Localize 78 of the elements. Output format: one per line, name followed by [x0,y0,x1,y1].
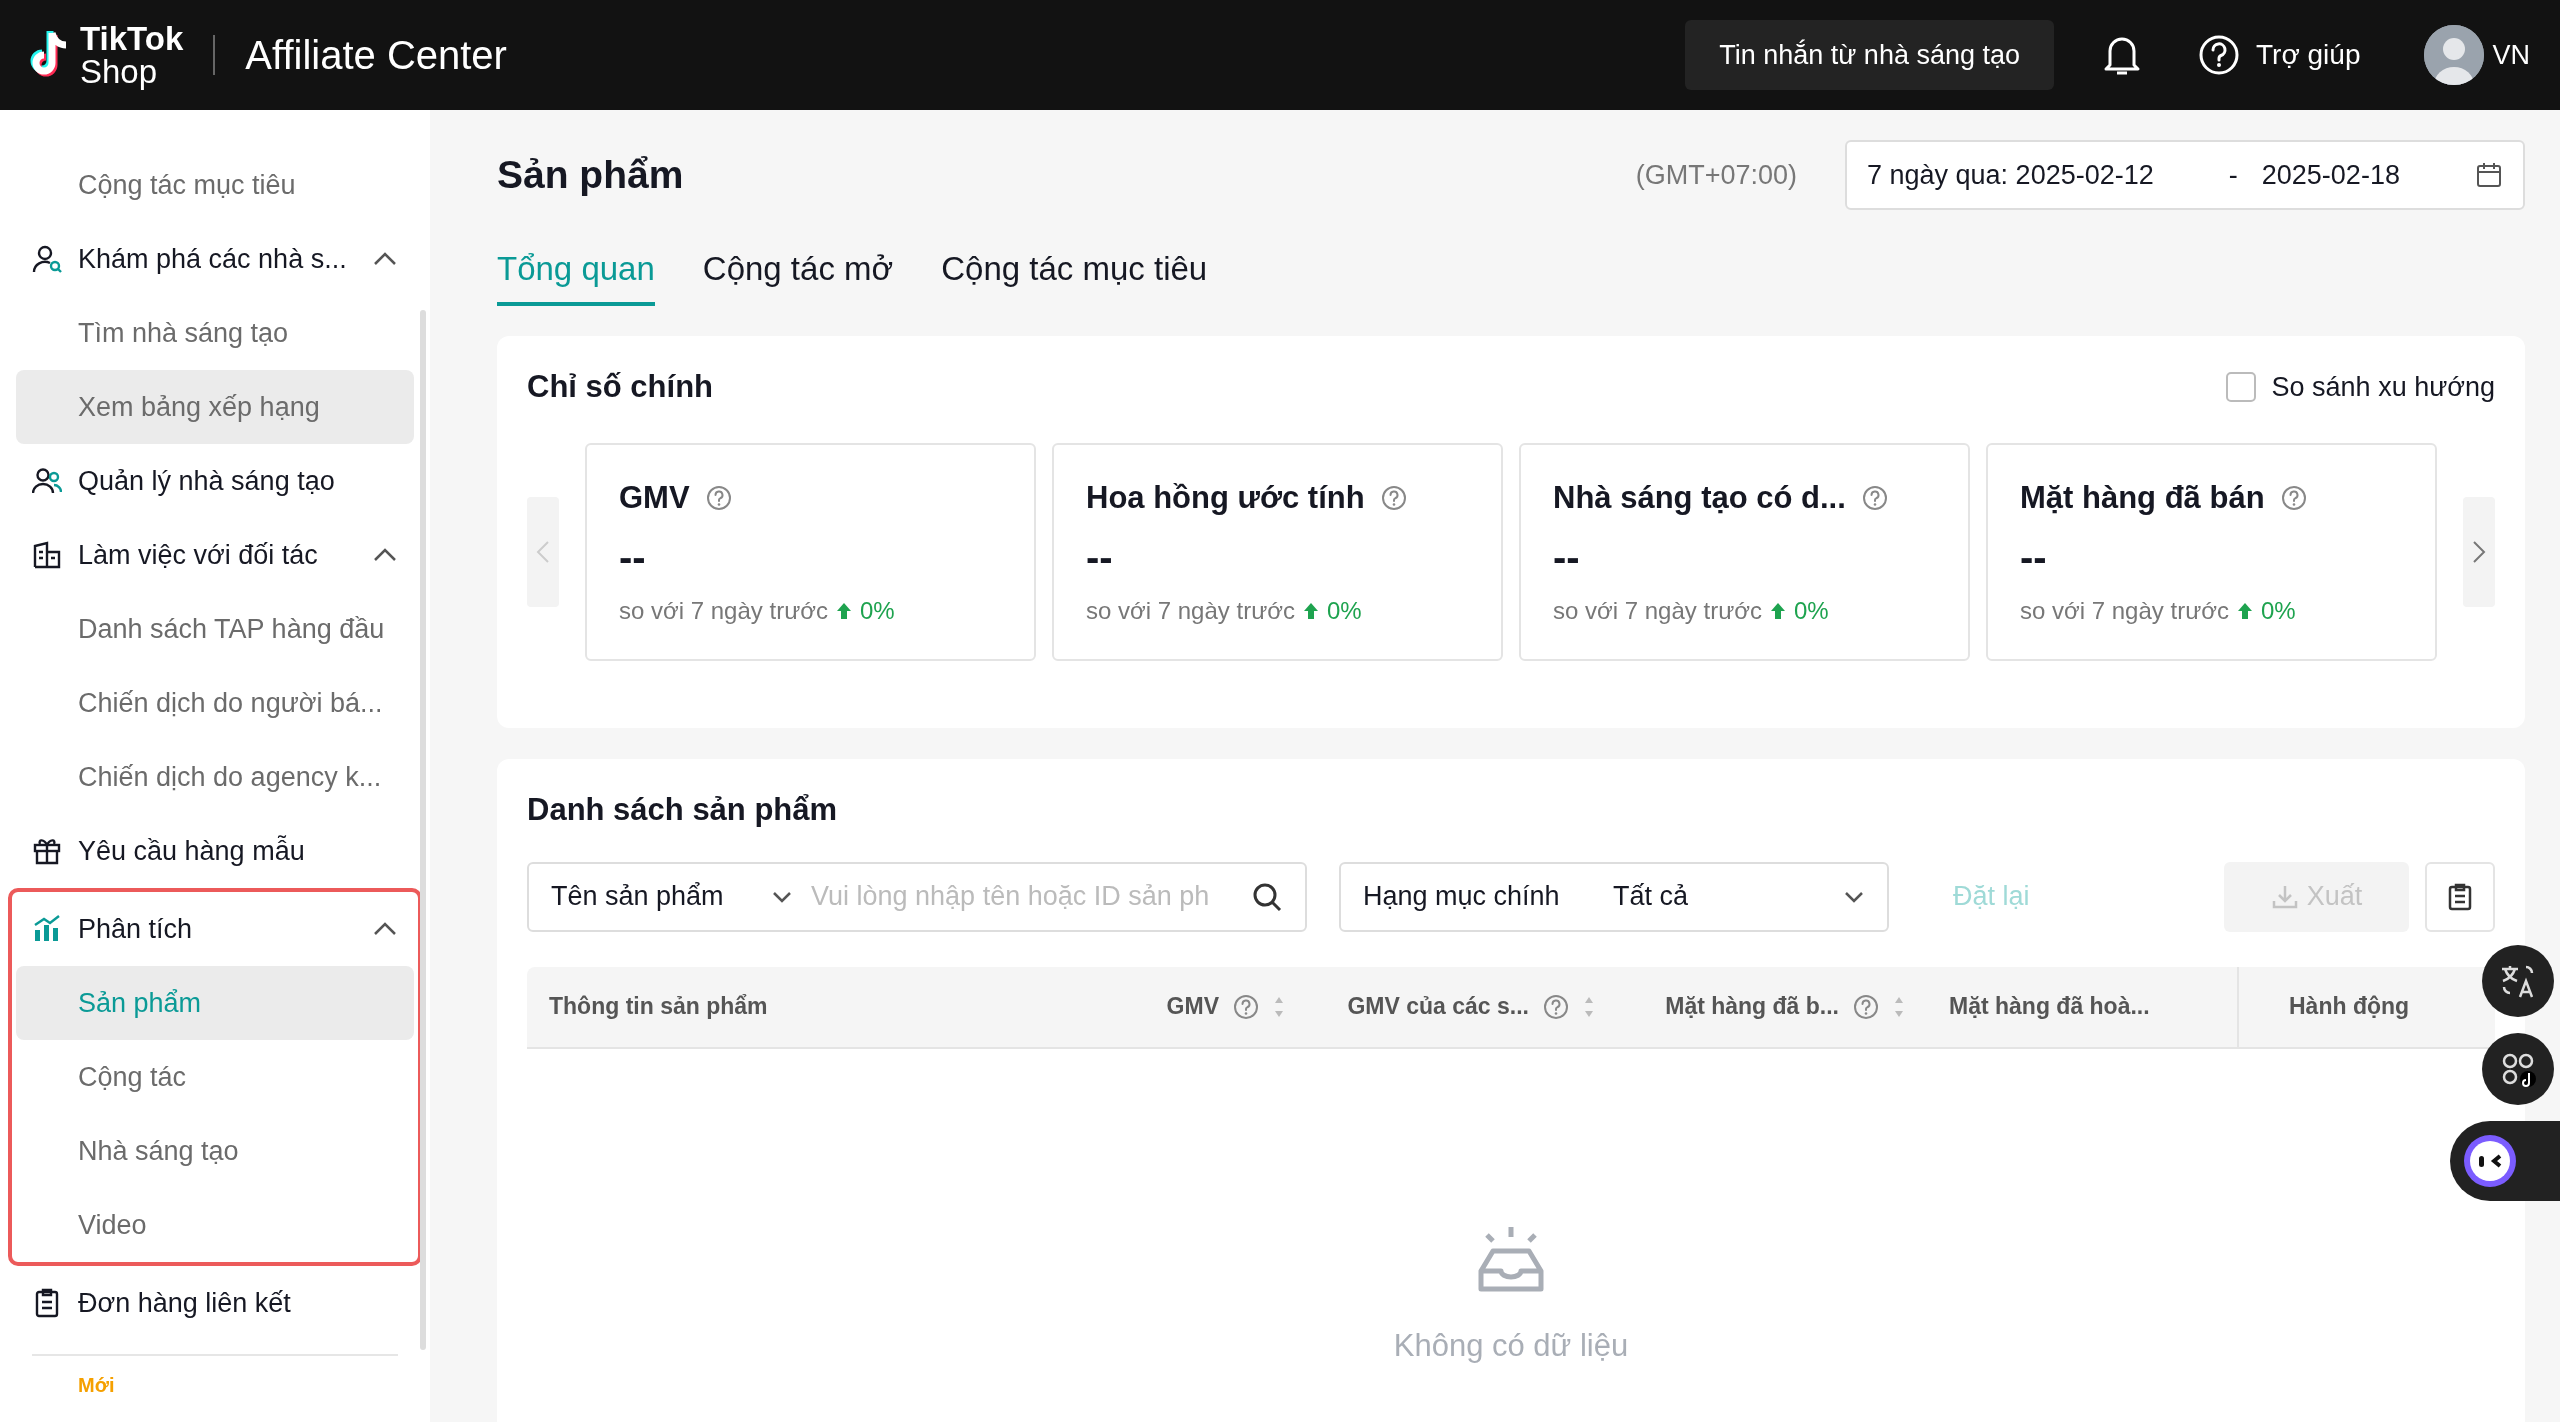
chevron-right-icon [2472,539,2486,564]
sidebar-item[interactable]: Video [16,1188,414,1262]
region-label: VN [2492,38,2530,72]
page-title: Sản phẩm [497,151,684,198]
column-header: Mặt hàng đã hoà... [1948,992,2151,1022]
help-icon[interactable] [1853,993,1879,1020]
sidebar-item[interactable]: Cộng tác mục tiêu [16,148,414,222]
help-icon [2198,34,2240,76]
comparison-label: so với 7 ngày trước [1086,596,1295,626]
help-icon[interactable] [1543,993,1569,1020]
timezone-label: (GMT+07:00) [1635,158,1797,192]
assistant-button[interactable] [2450,1121,2560,1201]
sidebar-item[interactable]: Danh sách TAP hàng đầu [16,592,414,666]
columns-button[interactable] [2425,861,2495,932]
clipboard-icon [2447,882,2473,911]
help-icon[interactable] [1233,993,1259,1020]
brand-name: TikTok [80,22,184,55]
section-title: Danh sách sản phẩm [527,792,838,827]
help-icon[interactable] [1861,484,1888,511]
scrollbar[interactable] [420,310,426,1350]
chevron-down-icon [771,889,793,904]
tab[interactable]: Cộng tác mục tiêu [941,236,1208,306]
column-header: GMV [997,966,1307,1047]
column-header: GMV của các s... [1307,966,1617,1047]
tab[interactable]: Cộng tác mở [702,236,894,306]
metric-name: Hoa hồng ước tính [1086,478,1365,517]
metric-value: -- [1086,537,1114,577]
sidebar-item[interactable]: Phân tích [16,892,414,966]
compare-checkbox[interactable]: So sánh xu hướng [2225,367,2495,408]
date-range-field[interactable]: 7 ngày qua: 2025-02-12 - 2025-02-18 [1845,140,2525,210]
metric-value: -- [2020,537,2048,577]
metric-value: -- [619,537,647,577]
metric-name: Nhà sáng tạo có d... [1553,478,1846,517]
building-icon [32,540,62,570]
change-value: 0% [859,596,895,626]
help-icon[interactable] [705,484,732,511]
people-icon [32,466,62,496]
sidebar-item[interactable]: Làm việc với đối tác [16,518,414,592]
column-header: Thông tin sản phẩm [548,992,769,1022]
help-icon[interactable] [2280,484,2307,511]
sidebar-item[interactable]: Khám phá các nhà s... [16,222,414,296]
brand-subtitle: Shop [80,55,159,88]
column-header: Mặt hàng đã b... [1617,966,1927,1047]
sidebar-item[interactable]: Chiến dịch do agency k... [16,740,414,814]
robot-face-icon [2462,1133,2518,1189]
change-value: 0% [2260,596,2296,626]
metric-name: Mặt hàng đã bán [2020,478,2265,517]
sidebar-item[interactable]: Xem bảng xếp hạng [16,370,414,444]
sidebar-item[interactable]: Đơn hàng liên kết [16,1266,414,1340]
change-value: 0% [1793,596,1829,626]
category-select[interactable]: Hạng mục chính Tất cả [1339,861,1889,932]
chevron-down-icon [1843,889,1865,904]
sidebar-item[interactable]: Nhà sáng tạo [16,1114,414,1188]
metric-value: -- [1553,537,1581,577]
metric-name: GMV [619,478,690,517]
chevron-left-icon [536,539,550,564]
change-value: 0% [1326,596,1362,626]
sidebar-item[interactable]: Tìm nhà sáng tạo [16,296,414,370]
bar-chart-icon [32,914,62,944]
comparison-label: so với 7 ngày trước [2020,596,2229,626]
person-search-icon [32,244,62,274]
messages-button[interactable]: Tin nhắn từ nhà sáng tạo [1685,20,2054,90]
help-link[interactable]: Trợ giúp [2198,34,2361,76]
gift-icon [32,836,62,866]
help-icon[interactable] [1380,484,1407,511]
section-title: Chỉ số chính [527,368,713,406]
comparison-label: so với 7 ngày trước [1553,596,1762,626]
empty-message: Không có dữ liệu [1393,1326,1629,1365]
search-field[interactable]: Tên sản phẩm Vui lòng nhập tên hoặc ID sản ph [527,861,1307,932]
sidebar-item[interactable]: Yêu cầu hàng mẫu [16,814,414,888]
calendar-icon [2475,161,2503,189]
sidebar-item[interactable]: Cộng tác [16,1040,414,1114]
sidebar-item[interactable]: Quản lý nhà sáng tạo [16,444,414,518]
sidebar-item[interactable]: Chiến dịch do người bá... [16,666,414,740]
search-type-select[interactable]: Tên sản phẩm [551,876,771,917]
new-label: Mới [78,1373,116,1398]
app-title: Affiliate Center [245,32,507,79]
comparison-label: so với 7 ngày trước [619,596,828,626]
